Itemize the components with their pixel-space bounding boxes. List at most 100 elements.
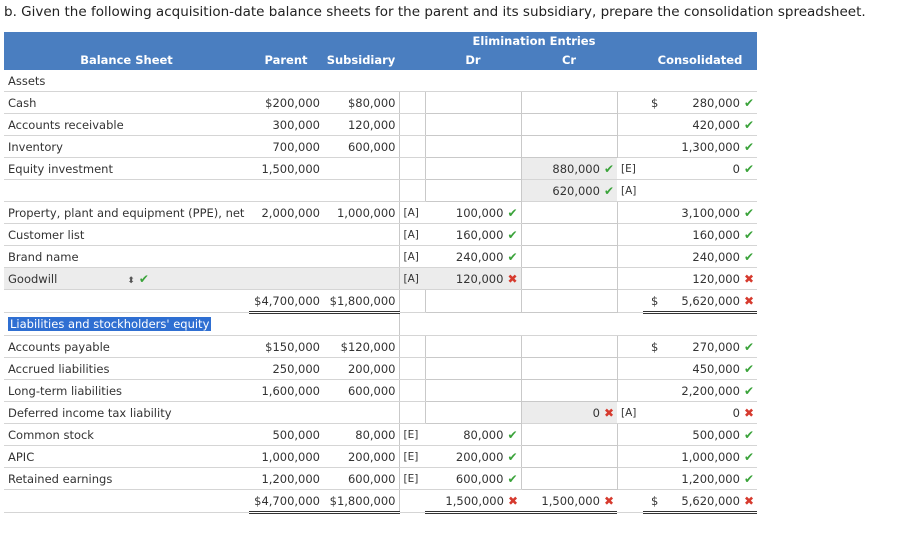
row-label: Accounts payable [4,335,249,358]
row-label: Equity investment [4,157,249,180]
dr-input[interactable] [424,357,522,380]
row-label: Cash [4,91,249,114]
cr-value[interactable]: 0 [593,406,600,420]
consolidated-value: 2,200,000 [681,383,740,398]
cr-input[interactable] [520,289,618,313]
table-row: Cash $200,000 $80,000 $ 280,000 ✔ [4,91,757,114]
dr-value[interactable]: 100,000 [456,206,504,220]
consolidated-value: 0 [732,405,740,420]
check-icon: ✔ [743,95,754,110]
cr-input[interactable] [520,445,618,468]
check-icon: ✔ [743,117,754,132]
row-label: Accounts receivable [4,113,249,136]
table-row: APIC 1,000,000 200,000 [E] 200,000 ✔ 1,00… [4,445,757,468]
cr-input[interactable] [520,467,618,490]
table-row: Common stock 500,000 80,000 [E] 80,000 ✔ … [4,423,757,446]
cross-icon: ✖ [603,493,614,508]
cr-input[interactable] [520,379,618,402]
dr-input[interactable] [424,335,522,358]
consolidated-total: 5,620,000 [681,293,740,308]
check-icon: ✔ [743,427,754,442]
dr-value[interactable]: 200,000 [456,450,504,464]
check-icon: ✔ [138,271,149,286]
table-row: Accrued liabilities 250,000 200,000 450,… [4,357,757,380]
consolidated-value: 500,000 [692,427,740,442]
cr-input[interactable] [520,245,618,268]
subsidiary-header: Subsidiary [323,50,399,70]
cr-input[interactable] [520,135,618,158]
balance-sheet-header: Balance Sheet [4,50,249,70]
check-icon: ✔ [743,383,754,398]
subsidiary-value: 600,000 [323,467,399,490]
subsidiary-value: 600,000 [323,135,399,158]
dr-value[interactable]: 120,000 [456,272,504,286]
dr-input[interactable] [424,91,522,114]
subsidiary-value: 1,000,000 [323,201,399,224]
cr-input[interactable] [520,267,618,290]
consolidated-value: 3,100,000 [681,205,740,220]
table-row: Brand name [A] 240,000 ✔ 240,000 ✔ [4,245,757,268]
check-icon: ✔ [743,339,754,354]
subsidiary-total: $1,800,000 [323,289,399,314]
row-label: Inventory [4,135,249,158]
cr-value[interactable]: 620,000 [552,184,600,198]
cross-icon: ✖ [743,493,754,508]
parent-value: 1,500,000 [249,157,323,180]
dr-input[interactable] [424,113,522,136]
dollar-sign: $ [643,335,667,358]
subsidiary-value: 80,000 [323,423,399,446]
cr-input[interactable] [520,223,618,246]
cross-icon: ✖ [743,293,754,308]
goodwill-select[interactable]: Goodwill ⬍ ✔ [4,267,249,290]
parent-value: $150,000 [249,335,323,358]
entry-ref: [E] [398,423,425,446]
elimination-entries-header: Elimination Entries [425,32,643,50]
assets-label: Assets [4,70,249,92]
dollar-sign: $ [643,489,667,514]
dr-input[interactable] [424,157,522,180]
cr-input[interactable] [520,113,618,136]
consolidated-value: 0 [732,161,740,176]
cr-value[interactable]: 880,000 [552,162,600,176]
dr-value[interactable]: 600,000 [456,472,504,486]
check-icon: ✔ [603,183,614,198]
cr-input[interactable] [520,335,618,358]
consolidated-value: 450,000 [692,361,740,376]
dr-input[interactable] [424,135,522,158]
dollar-sign: $ [643,289,667,314]
entry-ref: [E] [398,445,425,468]
cr-input[interactable] [520,91,618,114]
row-label: Property, plant and equipment (PPE), net [4,201,249,224]
dropdown-arrows-icon[interactable]: ⬍ [127,276,135,286]
dr-value[interactable]: 160,000 [456,228,504,242]
dr-input[interactable] [424,289,522,313]
check-icon: ✔ [743,471,754,486]
row-label: APIC [4,445,249,468]
check-icon: ✔ [507,227,518,242]
liabilities-label: Liabilities and stockholders' equity [8,317,212,331]
dr-input[interactable] [424,379,522,402]
entry-ref: [E] [398,467,425,490]
cr-input[interactable] [520,423,618,446]
cross-icon: ✖ [603,405,614,420]
cr-total: 1,500,000 [541,493,600,508]
dr-input[interactable] [424,179,522,202]
consolidated-header: Consolidated [643,50,757,70]
consolidated-total: 5,620,000 [681,493,740,508]
parent-header: Parent [249,50,323,70]
cross-icon: ✖ [507,271,518,286]
dr-input[interactable] [424,401,522,424]
dr-value[interactable]: 240,000 [456,250,504,264]
cr-input[interactable] [520,201,618,224]
parent-value: 1,200,000 [249,467,323,490]
dr-header: Dr [425,50,521,70]
consolidation-spreadsheet: Elimination Entries Balance Sheet Parent… [4,32,757,514]
consolidated-value: 280,000 [692,95,740,110]
table-row: Inventory 700,000 600,000 1,300,000 ✔ [4,135,757,158]
parent-value: 1,600,000 [249,379,323,402]
dr-value[interactable]: 80,000 [463,428,503,442]
parent-value: $200,000 [249,91,323,114]
parent-value: 1,000,000 [249,445,323,468]
cr-input[interactable] [520,357,618,380]
subsidiary-value: 200,000 [323,445,399,468]
